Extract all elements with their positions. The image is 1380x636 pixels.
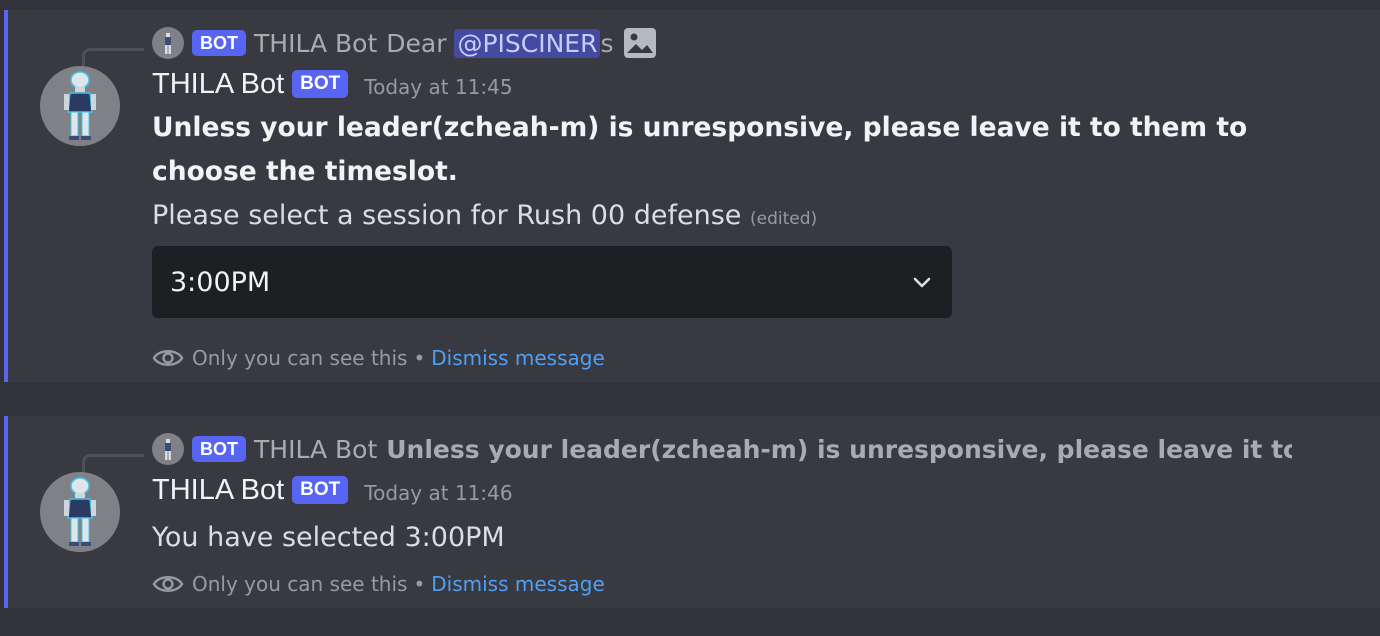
ephemeral-notice: Only you can see this • Dismiss message (152, 569, 605, 599)
separator-dot: • (413, 572, 426, 596)
reply-preview[interactable]: BOT THILA Bot Unless your leader(zcheah-… (82, 432, 1292, 486)
bot-tag: BOT (292, 70, 349, 98)
dismiss-message-link[interactable]: Dismiss message (431, 572, 605, 596)
reply-author[interactable]: THILA Bot (254, 29, 377, 58)
edited-label: (edited) (749, 209, 818, 229)
image-icon (623, 27, 657, 59)
reply-avatar[interactable] (152, 27, 184, 59)
author-avatar[interactable] (40, 66, 120, 146)
ephemeral-message-1: BOT THILA Bot Dear @PISCINER s THILA Bot … (4, 10, 1380, 382)
ephemeral-note: Only you can see this (192, 346, 408, 370)
reply-author[interactable]: THILA Bot (254, 435, 377, 464)
ephemeral-note: Only you can see this (192, 572, 408, 596)
message-text: Please select a session for Rush 00 defe… (152, 200, 742, 231)
bot-tag: BOT (292, 476, 349, 504)
reply-text-before: Dear (386, 28, 447, 58)
message-text-line: Please select a session for Rush 00 defe… (152, 194, 1300, 241)
timestamp[interactable]: Today at 11:45 (364, 75, 512, 99)
mention[interactable]: @PISCINER (454, 28, 601, 58)
eye-icon (152, 343, 184, 373)
message-content: Unless your leader(zcheah-m) is unrespon… (152, 106, 1300, 241)
reply-text: Dear @PISCINER s (386, 28, 614, 58)
chevron-down-icon (910, 270, 934, 294)
bot-tag: BOT (192, 30, 246, 56)
author-avatar[interactable] (40, 472, 120, 552)
reply-avatar[interactable] (152, 433, 184, 465)
ephemeral-notice: Only you can see this • Dismiss message (152, 343, 605, 373)
message-content: You have selected 3:00PM (152, 516, 1300, 560)
message-text: You have selected 3:00PM (152, 522, 505, 553)
message-header: THILA Bot BOT Today at 11:46 (152, 470, 513, 510)
timestamp[interactable]: Today at 11:46 (364, 481, 512, 505)
separator-dot: • (413, 346, 426, 370)
message-bold-text: Unless your leader(zcheah-m) is unrespon… (152, 112, 1248, 187)
reply-preview[interactable]: BOT THILA Bot Dear @PISCINER s (82, 26, 657, 80)
username[interactable]: THILA Bot (152, 474, 284, 507)
session-select[interactable]: 3:00PM (152, 246, 952, 318)
username[interactable]: THILA Bot (152, 68, 284, 101)
dismiss-message-link[interactable]: Dismiss message (431, 346, 605, 370)
reply-text-after: s (600, 28, 614, 58)
ephemeral-message-2: BOT THILA Bot Unless your leader(zcheah-… (4, 416, 1380, 608)
message-header: THILA Bot BOT Today at 11:45 (152, 64, 513, 104)
reply-clip: Unless your leader(zcheah-m) is unrespon… (386, 435, 1292, 464)
eye-icon (152, 569, 184, 599)
bot-tag: BOT (192, 436, 246, 462)
select-value: 3:00PM (170, 266, 271, 298)
reply-text: Unless your leader(zcheah-m) is unrespon… (386, 434, 1293, 464)
